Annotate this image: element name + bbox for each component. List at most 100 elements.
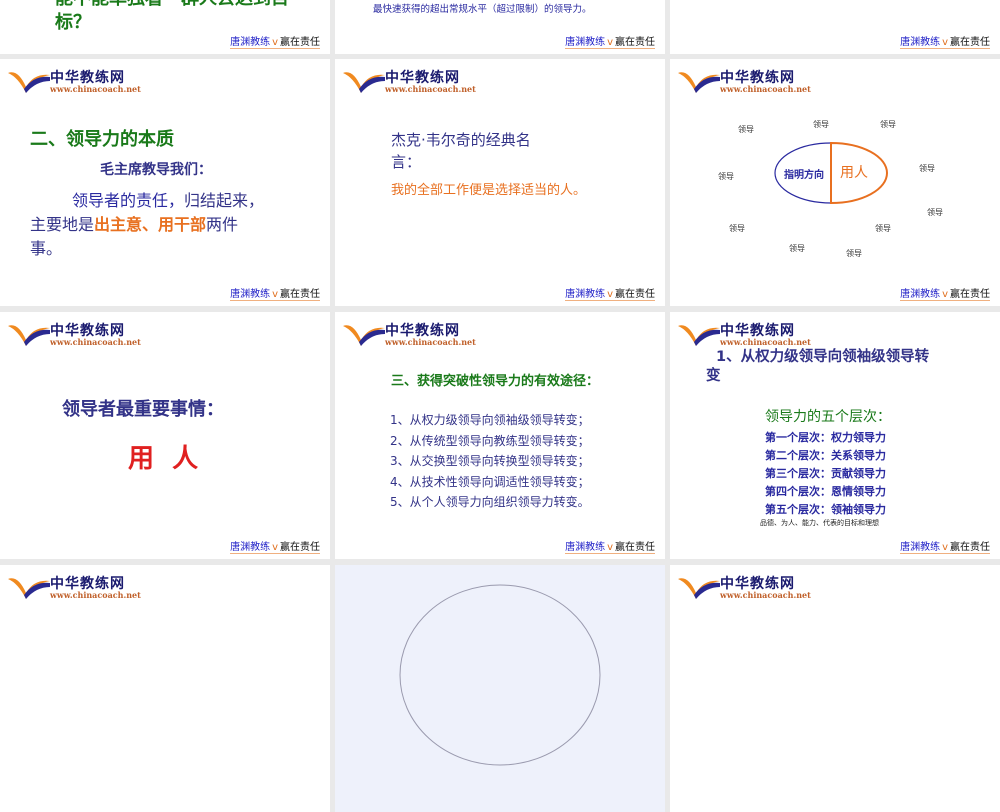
slide-thumbnail-1[interactable]: 能不能单独看一群人去达到目 标？ 唐渊教练v赢在责任 (0, 0, 330, 54)
chinacoach-logo: 中华教练网 www.chinacoach.net (341, 318, 491, 348)
slide-thumbnail-2[interactable]: 最快速获得的超出常规水平（超过限制）的领导力。 唐渊教练 v 赢在责任 (335, 0, 665, 54)
circle-sketch (399, 584, 601, 766)
slide-footer: 唐渊教练 v 赢在责任 (565, 33, 655, 49)
slide-thumbnail-8[interactable]: 中华教练网 www.chinacoach.net 三、获得突破性领导力的有效途径：… (335, 312, 665, 559)
logo-url: www.chinacoach.net (720, 337, 811, 347)
chinacoach-logo: 中华教练网 www.chinacoach.net (6, 318, 156, 348)
body-text: 主要地是 (30, 215, 95, 234)
level-item: 第五个层次：领袖领导力 (765, 503, 886, 516)
footer-name: 唐渊教练 (565, 37, 606, 48)
footer-name: 唐渊教练 (565, 289, 606, 300)
note-text: 品德、为人、能力、代表的目标和理想 (760, 519, 879, 527)
logo-swoosh-icon (8, 578, 50, 599)
footer-slogan: 赢在责任 (615, 37, 655, 48)
slide-text: 最快速获得的超出常规水平（超过限制）的领导力。 (373, 4, 592, 15)
text-line: 能不能单独看一群人去达到目 (55, 0, 289, 11)
footer-v: v (942, 542, 948, 553)
slide-title: 1、从权力级领导向领袖级领导转变 (706, 348, 929, 386)
slide-thumbnail-11[interactable] (335, 565, 665, 812)
slide-title: 二、领导力的本质 (30, 129, 174, 150)
slide-thumbnail-9[interactable]: 中华教练网 www.chinacoach.net 1、从权力级领导向领袖级领导转变… (670, 312, 1000, 559)
satellite-label: 领导 (875, 224, 891, 233)
list-item: 1、从权力级领导向领袖级领导转变； (390, 413, 590, 427)
footer-slogan: 赢在责任 (280, 289, 320, 300)
satellite-label: 领导 (789, 244, 805, 253)
ellipse-diagram (774, 141, 888, 205)
footer-slogan: 赢在责任 (950, 289, 990, 300)
body-text: 归结起来， (184, 191, 265, 210)
slide-heading: 领导者最重要事情： (62, 399, 224, 420)
slide-footer: 唐渊教练 v 赢在责任 (565, 285, 655, 301)
logo-swoosh-icon (343, 72, 385, 93)
level-item: 第二个层次：关系领导力 (765, 449, 886, 462)
footer-slogan: 赢在责任 (615, 289, 655, 300)
slide-title: 杰克·韦尔奇的经典名 言： (391, 129, 531, 173)
slide-footer: 唐渊教练 v 赢在责任 (900, 33, 990, 49)
slide-thumbnail-3[interactable]: 唐渊教练 v 赢在责任 (670, 0, 1000, 54)
slide-footer: 唐渊教练 v 赢在责任 (230, 538, 320, 554)
diagram-left-label: 指明方向 (784, 170, 824, 181)
satellite-label: 领导 (729, 224, 745, 233)
footer-v: v (607, 37, 613, 48)
title-line: 言： (391, 153, 422, 171)
chinacoach-logo: 中华教练网 www.chinacoach.net (6, 571, 156, 601)
satellite-label: 领导 (919, 164, 935, 173)
footer-name: 唐渊教练 (900, 542, 941, 553)
slide-thumbnail-10[interactable]: 中华教练网 www.chinacoach.net (0, 565, 330, 812)
slide-footer: 唐渊教练 v 赢在责任 (900, 285, 990, 301)
chinacoach-logo: 中华教练网 www.chinacoach.net (6, 65, 156, 95)
footer-name: 唐渊教练 (230, 289, 271, 300)
footer-v: v (942, 37, 948, 48)
footer-v: v (942, 289, 948, 300)
footer-slogan: 赢在责任 (280, 542, 320, 553)
satellite-label: 领导 (880, 120, 896, 129)
slide-thumbnail-5[interactable]: 中华教练网 www.chinacoach.net 杰克·韦尔奇的经典名 言： 我的全… (335, 59, 665, 306)
logo-swoosh-icon (8, 72, 50, 93)
logo-url: www.chinacoach.net (50, 84, 141, 94)
level-item: 第一个层次：权力领导力 (765, 431, 886, 444)
logo-url: www.chinacoach.net (720, 590, 811, 600)
satellite-label: 领导 (813, 120, 829, 129)
footer-name: 唐渊教练 (230, 542, 271, 553)
diagram-right-label: 用人 (840, 165, 868, 181)
slide-text: 能不能单独看一群人去达到目 标？ (55, 0, 289, 35)
list-item: 5、从个人领导力向组织领导力转变。 (390, 495, 590, 509)
logo-swoosh-icon (8, 325, 50, 346)
body-text: 领导者的责任， (72, 191, 185, 210)
slide-footer: 唐渊教练 v 赢在责任 (900, 538, 990, 554)
slide-thumbnail-12[interactable]: 中华教练网 www.chinacoach.net (670, 565, 1000, 812)
list-item: 2、从传统型领导向教练型领导转变； (390, 433, 590, 448)
chinacoach-logo: 中华教练网 www.chinacoach.net (676, 571, 826, 601)
slide-thumbnail-6[interactable]: 中华教练网 www.chinacoach.net 指明方向 用人 领导 领导 领导… (670, 59, 1000, 306)
footer-v: v (272, 289, 278, 300)
body-text: 两件 (206, 215, 239, 234)
slide-thumbnail-7[interactable]: 中华教练网 www.chinacoach.net 领导者最重要事情： 用 人 唐渊… (0, 312, 330, 559)
footer-slogan: 赢在责任 (950, 542, 990, 553)
logo-swoosh-icon (678, 578, 720, 599)
logo-url: www.chinacoach.net (385, 84, 476, 94)
footer-v: v (607, 542, 613, 553)
slide-footer: 唐渊教练 v 赢在责任 (565, 538, 655, 554)
slide-footer: 唐渊教练 v 赢在责任 (230, 33, 320, 49)
logo-swoosh-icon (343, 325, 385, 346)
footer-v: v (272, 37, 278, 48)
slide-subtitle: 毛主席教导我们： (100, 162, 212, 178)
title-line: 1、从权力级领导向领袖级领导转 (716, 349, 930, 365)
title-line: 变 (706, 368, 721, 384)
footer-slogan: 赢在责任 (280, 37, 320, 48)
body-text: 事。 (30, 239, 63, 258)
satellite-label: 领导 (738, 125, 754, 134)
footer-slogan: 赢在责任 (950, 37, 990, 48)
slide-thumbnail-4[interactable]: 中华教练网 www.chinacoach.net 二、领导力的本质 毛主席教导我们… (0, 59, 330, 306)
big-text: 用 人 (128, 444, 199, 474)
quote-text: 我的全部工作便是选择适当的人。 (391, 183, 587, 198)
slide-footer: 唐渊教练 v 赢在责任 (230, 285, 320, 301)
text-line: 标？ (55, 12, 91, 33)
chinacoach-logo: 中华教练网 www.chinacoach.net (676, 318, 826, 348)
slide-body: 领导者的责任，归结起来， 主要地是出主意、用干部两件 事。 (30, 189, 300, 261)
list-item: 4、从技术性领导向调适性领导转变； (390, 474, 590, 489)
footer-v: v (607, 289, 613, 300)
footer-name: 唐渊教练 (900, 289, 941, 300)
logo-url: www.chinacoach.net (385, 337, 476, 347)
footer-name: 唐渊教练 (565, 542, 606, 553)
